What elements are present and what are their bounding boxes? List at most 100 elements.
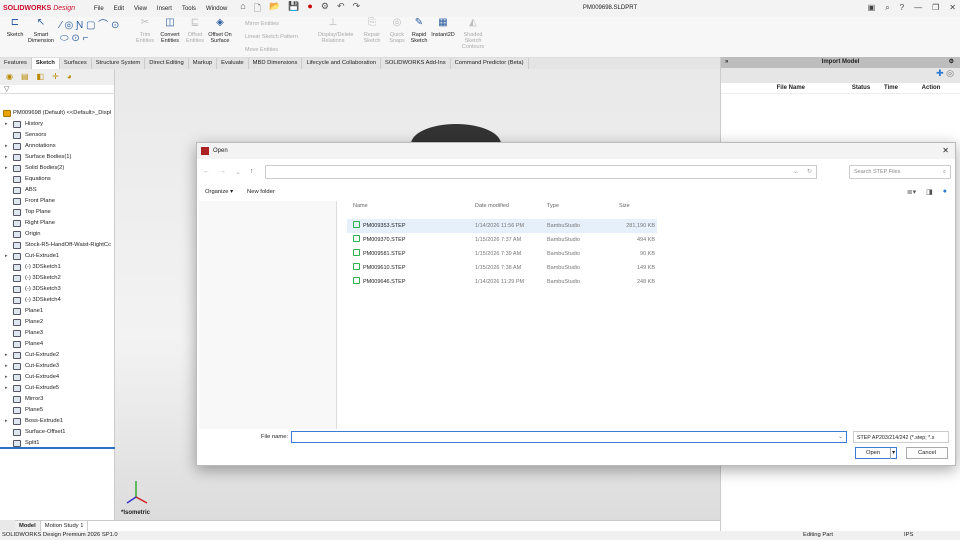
new-icon[interactable]: 🗋 bbox=[254, 1, 261, 17]
tree-item[interactable]: Right Plane bbox=[0, 218, 115, 229]
tab-features[interactable]: Features bbox=[0, 58, 32, 69]
options-icon[interactable]: ⚙ bbox=[321, 1, 329, 17]
ribbon-smart-dimension-button[interactable]: ↖ Smart Dimension bbox=[26, 18, 56, 45]
menu-edit[interactable]: Edit bbox=[114, 6, 124, 12]
file-row[interactable]: PM009610.STEP 1/15/2026 7:38 AM BambuStudi… bbox=[347, 261, 657, 275]
tab-surfaces[interactable]: Surfaces bbox=[60, 58, 92, 69]
tree-item[interactable]: (-) 3DSketch4 bbox=[0, 295, 115, 306]
menu-tools[interactable]: Tools bbox=[182, 6, 196, 12]
tree-item[interactable]: (-) 3DSketch3 bbox=[0, 284, 115, 295]
close-icon[interactable]: ✕ bbox=[949, 3, 956, 13]
refresh-icon[interactable]: ↻ bbox=[807, 168, 812, 175]
recent-icon[interactable]: ⌄ bbox=[235, 168, 241, 176]
tree-item[interactable]: Front Plane bbox=[0, 196, 115, 207]
tab-motion-study-1[interactable]: Motion Study 1 bbox=[41, 521, 89, 531]
tree-item[interactable]: Plane2 bbox=[0, 317, 115, 328]
column-type[interactable]: Type bbox=[547, 203, 605, 213]
redo-icon[interactable]: ↷ bbox=[352, 1, 360, 17]
tree-item[interactable]: Plane4 bbox=[0, 339, 115, 350]
feature-tree-icon[interactable]: ◉ bbox=[6, 72, 13, 82]
menu-file[interactable]: File bbox=[94, 6, 104, 12]
tab-model[interactable]: Model bbox=[15, 521, 41, 531]
tree-item[interactable]: Equations bbox=[0, 174, 115, 185]
help-icon[interactable]: ? bbox=[900, 3, 904, 13]
back-icon[interactable]: ← bbox=[203, 168, 210, 176]
tree-item[interactable]: (-) 3DSketch2 bbox=[0, 273, 115, 284]
file-row[interactable]: PM009581.STEP 1/15/2026 7:39 AM BambuStudi… bbox=[347, 247, 657, 261]
column-action[interactable]: Action bbox=[907, 83, 955, 93]
rebuild-icon[interactable]: ● bbox=[307, 1, 312, 17]
column-time[interactable]: Time bbox=[875, 83, 907, 93]
tree-item[interactable]: ▸ Surface Bodies(1) bbox=[0, 152, 115, 163]
navigation-pane[interactable] bbox=[199, 201, 337, 429]
tree-item[interactable]: Plane1 bbox=[0, 306, 115, 317]
add-icon[interactable]: ✚ bbox=[936, 68, 944, 78]
new-folder-button[interactable]: New folder bbox=[247, 189, 275, 195]
tree-item[interactable]: Top Plane bbox=[0, 207, 115, 218]
tree-item[interactable]: ▸ Solid Bodies(2) bbox=[0, 163, 115, 174]
home-icon[interactable]: ⌂ bbox=[240, 1, 245, 17]
tree-item[interactable]: ABS bbox=[0, 185, 115, 196]
restore-icon[interactable]: ❐ bbox=[932, 3, 939, 13]
help-icon[interactable]: ● bbox=[943, 188, 947, 196]
ribbon-mirror-entities[interactable]: Mirror Entities bbox=[245, 21, 279, 27]
organize-button[interactable]: Organize ▾ bbox=[205, 189, 233, 195]
save-icon[interactable]: 💾 bbox=[288, 1, 299, 17]
ribbon-move-entities[interactable]: Move Entities bbox=[245, 47, 278, 53]
search-icon[interactable]: ⌕ bbox=[885, 3, 889, 13]
tab-direct-editing[interactable]: Direct Editing bbox=[145, 58, 189, 69]
tree-item[interactable]: ▸ Cut-Extrude2 bbox=[0, 350, 115, 361]
tab-solidworks-add-ins[interactable]: SOLIDWORKS Add-Ins bbox=[381, 58, 451, 69]
menu-view[interactable]: View bbox=[134, 6, 147, 12]
settings-icon[interactable]: ⚙ bbox=[949, 57, 954, 68]
view-menu-icon[interactable]: ≣▾ bbox=[907, 188, 916, 196]
expand-arrow-icon[interactable]: ▸ bbox=[5, 372, 8, 383]
config-icon[interactable]: ◧ bbox=[37, 72, 45, 82]
tree-item[interactable]: Split1 bbox=[0, 438, 115, 449]
open-button[interactable]: Open ▾ bbox=[855, 447, 897, 459]
column-name[interactable]: Name bbox=[347, 203, 475, 213]
expand-arrow-icon[interactable]: ▸ bbox=[5, 350, 8, 361]
expand-arrow-icon[interactable]: ▸ bbox=[5, 361, 8, 372]
expand-arrow-icon[interactable]: ▸ bbox=[5, 416, 8, 427]
gear-icon[interactable]: ◎ bbox=[946, 68, 954, 78]
display-icon[interactable]: ◕ bbox=[67, 72, 72, 82]
solidworks-logo[interactable]: SOLIDWORKS Design bbox=[3, 5, 89, 12]
chevron-down-icon[interactable]: ⌄ bbox=[793, 168, 798, 175]
property-icon[interactable]: ▤ bbox=[21, 72, 29, 82]
forward-icon[interactable]: → bbox=[219, 168, 226, 176]
dim-expert-icon[interactable]: ✛ bbox=[52, 72, 59, 82]
up-icon[interactable]: ↑ bbox=[250, 168, 254, 176]
ribbon-instant2d-button[interactable]: ▦ Instant2D bbox=[428, 18, 458, 39]
tab-command-predictor-beta-[interactable]: Command Predictor (Beta) bbox=[451, 58, 529, 69]
address-bar[interactable]: ⌄ ↻ bbox=[265, 165, 817, 179]
tree-item[interactable]: Origin bbox=[0, 229, 115, 240]
undo-icon[interactable]: ↶ bbox=[337, 1, 345, 17]
ribbon-display-delete-relations-button[interactable]: ⊥ Display/Delete Relations bbox=[318, 18, 353, 45]
tab-lifecycle-and-collaboration[interactable]: Lifecycle and Collaboration bbox=[302, 58, 382, 69]
tab-markup[interactable]: Markup bbox=[189, 58, 218, 69]
tree-item[interactable]: Plane3 bbox=[0, 328, 115, 339]
tree-item[interactable]: (-) 3DSketch1 bbox=[0, 262, 115, 273]
tab-structure-system[interactable]: Structure System bbox=[92, 58, 146, 69]
expand-arrow-icon[interactable]: ▸ bbox=[5, 163, 8, 174]
expand-arrow-icon[interactable]: ▸ bbox=[5, 141, 8, 152]
close-dialog-button[interactable]: ✕ bbox=[942, 146, 949, 155]
cancel-button[interactable]: Cancel bbox=[906, 447, 948, 459]
open-icon[interactable]: 📂 bbox=[269, 1, 280, 17]
tree-item[interactable]: Plane5 bbox=[0, 405, 115, 416]
tree-item[interactable]: Sensors bbox=[0, 130, 115, 141]
file-row[interactable]: PM009646.STEP 1/14/2026 11:29 PM BambuStud… bbox=[347, 275, 657, 289]
tab-sketch[interactable]: Sketch bbox=[31, 58, 60, 69]
sketch-entities-tools[interactable]: ⁄ ◎ Ɲ ▢ ⌒ ⊙ ⬭ ⊙ ⌐ bbox=[60, 19, 130, 45]
menu-insert[interactable]: Insert bbox=[157, 6, 172, 12]
minimize-icon[interactable]: — bbox=[914, 3, 922, 13]
expand-arrow-icon[interactable]: ▸ bbox=[5, 152, 8, 163]
file-row[interactable]: PM009353.STEP 1/14/2026 11:56 PM BambuStud… bbox=[347, 219, 657, 233]
file-name-input[interactable]: ⌄ bbox=[291, 431, 847, 443]
tree-item[interactable]: Surface-Offset1 bbox=[0, 427, 115, 438]
tree-item[interactable]: ▸ History bbox=[0, 119, 115, 130]
column-date-modified[interactable]: Date modified bbox=[475, 203, 547, 213]
ribbon-shaded-sketch-contours-button[interactable]: ◭ Shaded Sketch Contours bbox=[458, 18, 488, 51]
tree-root-part[interactable]: PM009698 (Default) <<Default>_Displ bbox=[0, 108, 115, 119]
